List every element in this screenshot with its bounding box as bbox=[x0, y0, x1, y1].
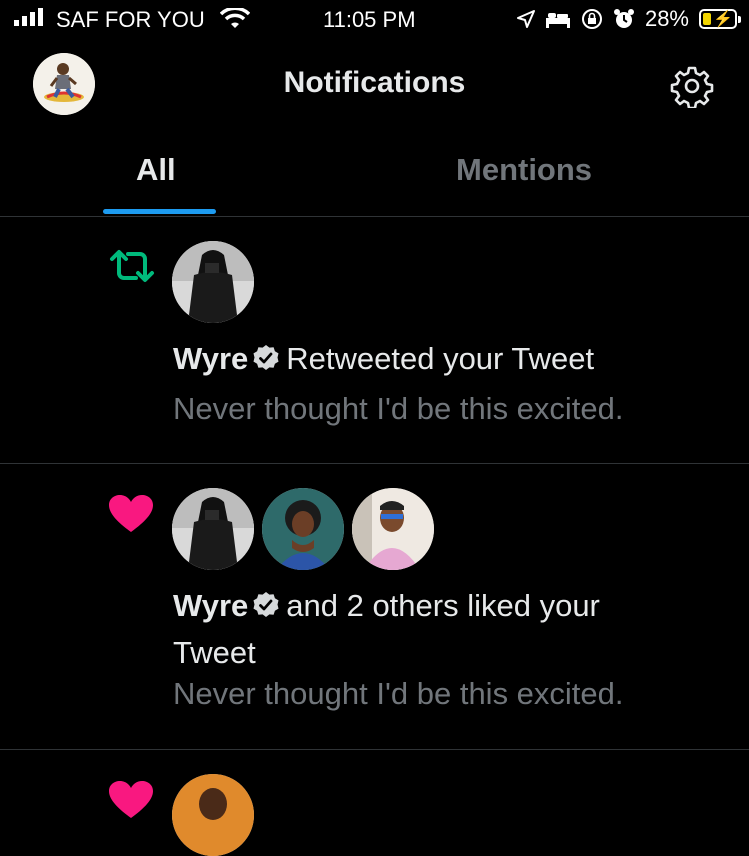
avatar-user-4[interactable] bbox=[172, 774, 254, 856]
page-title: Notifications bbox=[283, 66, 466, 99]
signal-icon bbox=[14, 8, 43, 26]
verified-badge-icon bbox=[253, 592, 279, 617]
user-name[interactable]: Wyre bbox=[173, 341, 248, 376]
avatar-user-3-image bbox=[352, 488, 434, 570]
notification-action: Retweeted your Tweet bbox=[286, 341, 595, 376]
notification-tabs: All Mentions bbox=[0, 130, 749, 217]
verified-badge-icon bbox=[253, 345, 279, 370]
status-time: 11:05 PM bbox=[323, 7, 416, 32]
tweet-preview: Never thought I'd be this excited. bbox=[173, 676, 624, 711]
tweet-preview: Never thought I'd be this excited. bbox=[173, 391, 624, 426]
wifi-icon bbox=[220, 8, 250, 28]
carrier-name: SAF FOR YOU bbox=[56, 7, 205, 32]
rotation-lock-icon bbox=[581, 9, 602, 29]
bed-icon bbox=[545, 13, 570, 28]
notification-action-line2: Tweet bbox=[173, 635, 256, 670]
user-name[interactable]: Wyre bbox=[173, 588, 248, 623]
settings-gear-icon[interactable] bbox=[670, 64, 714, 108]
retweet-icon bbox=[110, 250, 154, 282]
notification-text: Wyre and 2 others liked your Tweet bbox=[173, 582, 719, 676]
alarm-icon bbox=[613, 9, 634, 28]
notification-text: Wyre Retweeted your Tweet bbox=[173, 335, 719, 382]
battery-percent: 28% bbox=[644, 6, 689, 31]
avatar-user-2[interactable] bbox=[262, 488, 344, 570]
avatar-user-3[interactable] bbox=[352, 488, 434, 570]
battery-charging-icon: ⚡ bbox=[699, 9, 741, 29]
avatar-user-2-image bbox=[262, 488, 344, 570]
location-icon bbox=[516, 10, 535, 28]
notification-item[interactable]: Wyre Retweeted your Tweet Never thought I… bbox=[0, 217, 749, 464]
tab-selected-indicator bbox=[103, 209, 216, 214]
heart-icon bbox=[109, 495, 153, 532]
tab-all[interactable]: All bbox=[136, 152, 176, 188]
avatar-wyre[interactable] bbox=[172, 488, 254, 570]
avatar-wyre-image bbox=[172, 241, 254, 323]
notification-action: and 2 others liked your bbox=[286, 588, 600, 623]
tab-mentions[interactable]: Mentions bbox=[456, 152, 592, 188]
top-app-bar: Notifications bbox=[0, 42, 749, 130]
avatar-user-4-image bbox=[172, 774, 254, 856]
notification-item[interactable]: Wyre and 2 others liked your Tweet Never t… bbox=[0, 464, 749, 750]
heart-icon bbox=[109, 781, 153, 818]
avatar-wyre-image bbox=[172, 488, 254, 570]
avatar-wyre[interactable] bbox=[172, 241, 254, 323]
status-bar: SAF FOR YOU 11:05 PM 28% ⚡ bbox=[0, 0, 749, 42]
notification-item[interactable] bbox=[0, 750, 749, 856]
